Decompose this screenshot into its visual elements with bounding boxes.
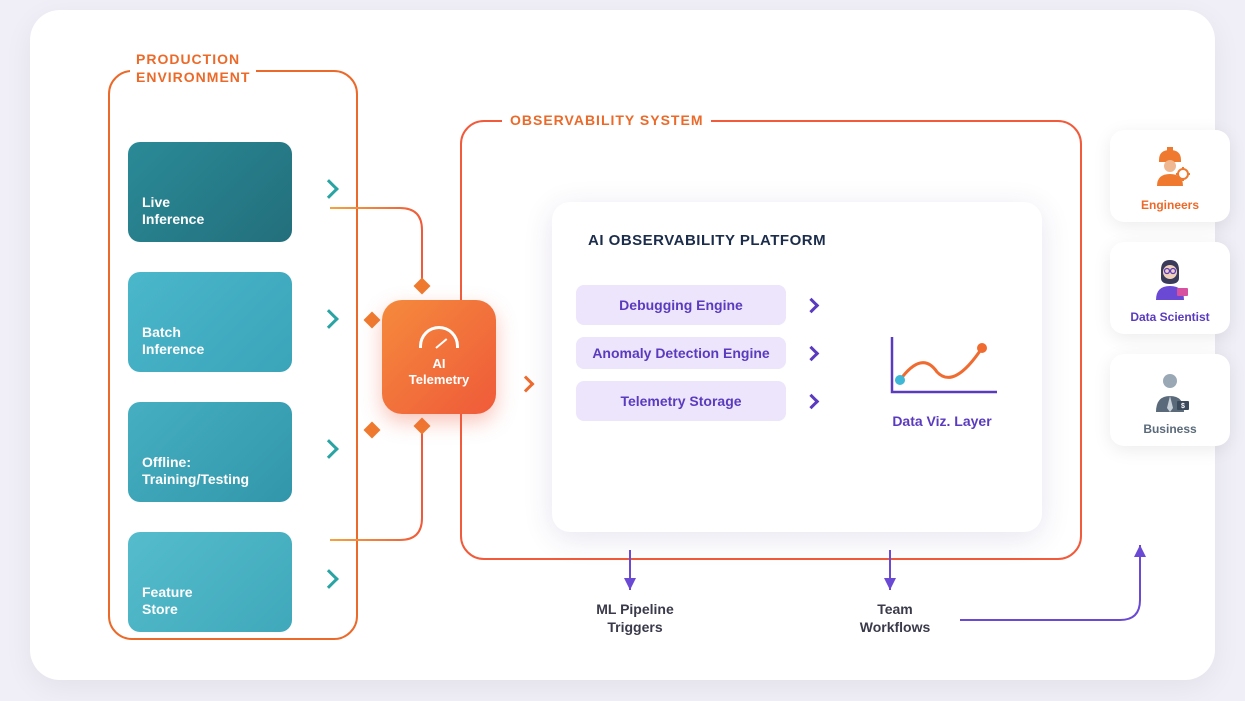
personas-column: Engineers Data Scientist $ Business xyxy=(1110,130,1230,446)
output-ml-triggers: ML Pipeline Triggers xyxy=(590,600,680,636)
chevron-right-icon xyxy=(804,297,820,313)
chevron-right-icon xyxy=(319,309,339,329)
gauge-icon xyxy=(419,326,459,348)
svg-text:$: $ xyxy=(1181,403,1185,410)
persona-label: Data Scientist xyxy=(1130,310,1209,324)
chevron-right-icon xyxy=(319,439,339,459)
engine-debugging: Debugging Engine xyxy=(576,285,786,325)
line-chart-icon xyxy=(882,332,1002,402)
prod-box-label: Inference xyxy=(142,341,204,357)
prod-box-label: Training/Testing xyxy=(142,471,249,487)
persona-business: $ Business xyxy=(1110,354,1230,446)
platform-title: AI OBSERVABILITY PLATFORM xyxy=(588,232,1018,249)
chevron-right-icon xyxy=(319,569,339,589)
production-environment-group: PRODUCTION ENVIRONMENT Live Inference Ba… xyxy=(108,70,358,640)
prod-box-feature-store: Feature Store xyxy=(128,532,292,632)
prod-box-label: Store xyxy=(142,601,178,617)
observability-title: OBSERVABILITY SYSTEM xyxy=(502,112,711,128)
chevron-right-icon xyxy=(804,393,820,409)
engine-anomaly: Anomaly Detection Engine xyxy=(576,337,786,369)
output-label: Workflows xyxy=(860,619,931,635)
production-title-line2: ENVIRONMENT xyxy=(136,69,250,85)
data-viz-layer: Data Viz. Layer xyxy=(872,332,1012,429)
production-title-line1: PRODUCTION xyxy=(136,51,240,67)
prod-box-label: Inference xyxy=(142,211,204,227)
output-label: Team xyxy=(877,601,913,617)
persona-label: Engineers xyxy=(1141,198,1199,212)
chevron-right-icon xyxy=(804,345,820,361)
prod-box-label: Offline: xyxy=(142,454,191,470)
output-team-workflows: Team Workflows xyxy=(850,600,940,636)
engine-storage: Telemetry Storage xyxy=(576,381,786,421)
telemetry-label: AI xyxy=(433,356,446,371)
production-title: PRODUCTION ENVIRONMENT xyxy=(130,50,256,86)
viz-label: Data Viz. Layer xyxy=(872,413,1012,429)
prod-box-label: Live xyxy=(142,194,170,210)
prod-box-batch-inference: Batch Inference xyxy=(128,272,292,372)
ai-telemetry-node: AI Telemetry xyxy=(382,300,496,414)
chevron-right-icon xyxy=(319,179,339,199)
diagram-canvas: PRODUCTION ENVIRONMENT Live Inference Ba… xyxy=(30,10,1215,680)
prod-box-offline-training: Offline: Training/Testing xyxy=(128,402,292,502)
prod-box-label: Feature xyxy=(142,584,193,600)
telemetry-label: Telemetry xyxy=(409,372,469,387)
engineer-icon xyxy=(1147,144,1193,190)
persona-engineers: Engineers xyxy=(1110,130,1230,222)
observability-system-group: OBSERVABILITY SYSTEM AI OBSERVABILITY PL… xyxy=(460,120,1082,560)
scientist-icon xyxy=(1147,256,1193,302)
prod-box-label: Batch xyxy=(142,324,181,340)
output-label: Triggers xyxy=(607,619,662,635)
ai-observability-platform: AI OBSERVABILITY PLATFORM Debugging Engi… xyxy=(552,202,1042,532)
output-label: ML Pipeline xyxy=(596,601,674,617)
engine-row: Debugging Engine xyxy=(576,285,1018,325)
persona-label: Business xyxy=(1143,422,1196,436)
prod-box-live-inference: Live Inference xyxy=(128,142,292,242)
persona-data-scientist: Data Scientist xyxy=(1110,242,1230,334)
business-icon: $ xyxy=(1147,368,1193,414)
